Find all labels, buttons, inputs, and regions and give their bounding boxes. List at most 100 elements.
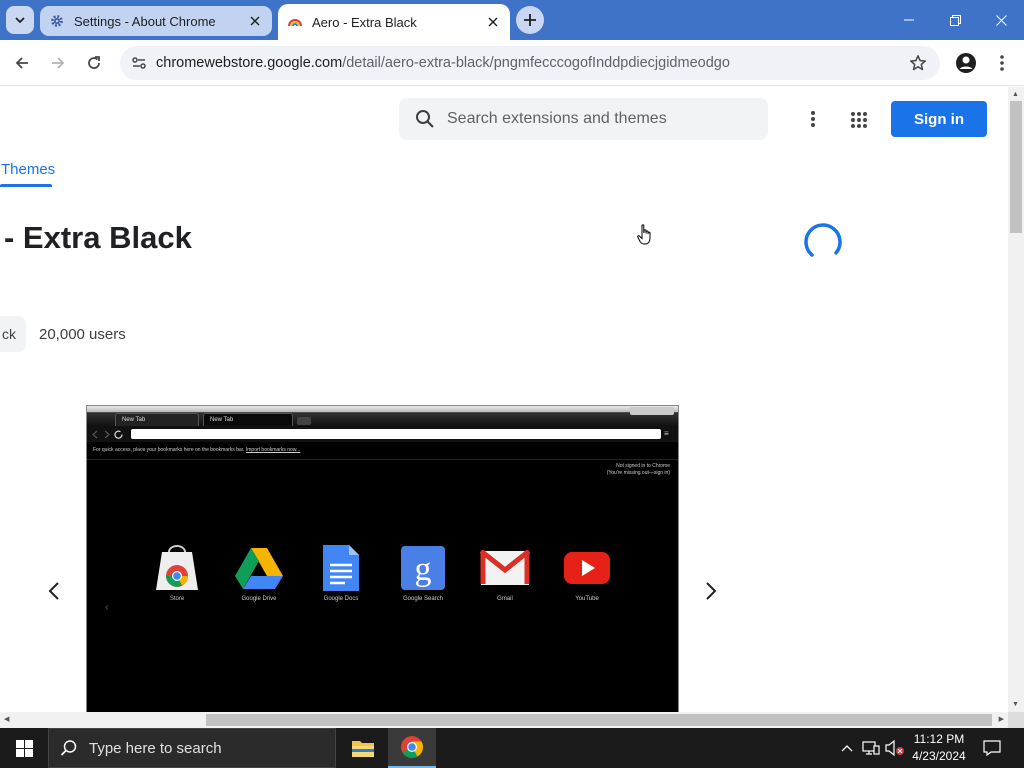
preview-omnibox: [131, 429, 661, 439]
chevron-left-icon: [48, 582, 59, 600]
youtube-icon: [561, 543, 613, 593]
preview-app-youtube: YouTube: [557, 543, 617, 602]
clock-date: 4/23/2024: [912, 749, 966, 763]
preview-app-label: Google Search: [402, 596, 444, 602]
tab-aero-extra-black[interactable]: Aero - Extra Black: [278, 4, 510, 40]
scroll-up-icon[interactable]: ▲: [1012, 91, 1019, 98]
close-icon: [995, 14, 1007, 26]
close-icon[interactable]: [246, 12, 264, 30]
back-button[interactable]: [8, 49, 36, 77]
vertical-scrollbar[interactable]: ▲ ▼: [1008, 87, 1024, 712]
preview-signed-line: (You're missing out—sign in): [606, 470, 670, 476]
taskbar-search-input[interactable]: Type here to search: [48, 728, 336, 768]
notification-icon: [983, 740, 1001, 756]
carousel-next-button[interactable]: [699, 579, 723, 603]
more-vert-icon: [811, 111, 815, 127]
close-icon[interactable]: [484, 13, 502, 31]
show-hidden-icons-button[interactable]: [838, 728, 856, 768]
address-bar[interactable]: chromewebstore.google.com/detail/aero-ex…: [120, 46, 940, 80]
horizontal-scroll-thumb[interactable]: [206, 714, 992, 726]
chevron-down-icon: [15, 17, 25, 24]
network-tray-button[interactable]: [860, 728, 882, 768]
chrome-menu-button[interactable]: [988, 49, 1016, 77]
url-path: /detail/aero-extra-black/pngmfecccogofIn…: [342, 55, 730, 71]
preview-tab: New Tab: [115, 413, 199, 426]
web-page: Search extensions and themes Sign in The…: [0, 87, 1008, 712]
volume-muted-icon: [885, 740, 904, 756]
minimize-button[interactable]: [886, 0, 932, 40]
category-chip[interactable]: ck: [0, 316, 26, 352]
windows-logo-icon: [15, 739, 33, 757]
site-info-icon[interactable]: [122, 55, 156, 71]
browser-toolbar: chromewebstore.google.com/detail/aero-ex…: [0, 40, 1024, 86]
preview-app-label: Google Drive: [241, 596, 277, 602]
bookmark-star-icon[interactable]: [908, 53, 928, 73]
carousel-prev-button[interactable]: [42, 579, 66, 603]
chrome-logo-icon: [401, 736, 423, 758]
preview-new-tab: [297, 417, 311, 425]
account-circle-icon: [956, 53, 976, 73]
svg-text:g: g: [415, 551, 432, 588]
google-search-icon: g: [397, 543, 449, 593]
forward-button[interactable]: [44, 49, 72, 77]
chevron-up-icon: [841, 745, 853, 752]
tab-settings-about-chrome[interactable]: Settings - About Chrome: [40, 6, 272, 36]
store-search-input[interactable]: Search extensions and themes: [399, 98, 768, 140]
preview-app-drive: Google Drive: [229, 543, 289, 602]
tab-search-button[interactable]: [6, 6, 34, 34]
close-window-button[interactable]: [978, 0, 1024, 40]
restore-icon: [949, 14, 961, 26]
profile-button[interactable]: [952, 49, 980, 77]
tab-title: Aero - Extra Black: [312, 14, 417, 30]
reload-icon: [88, 56, 100, 69]
sign-in-button[interactable]: Sign in: [891, 101, 987, 137]
hand-cursor-icon: [637, 224, 651, 245]
gear-icon: [49, 13, 65, 29]
apps-grid-icon: [851, 112, 867, 128]
plus-icon: [524, 14, 536, 26]
vertical-scroll-thumb[interactable]: [1010, 101, 1022, 233]
taskbar-clock[interactable]: 11:12 PM 4/23/2024: [908, 731, 970, 765]
taskbar-file-explorer[interactable]: [339, 728, 387, 768]
scroll-right-icon[interactable]: ▶: [999, 715, 1004, 723]
search-icon: [403, 109, 447, 129]
item-title: - Extra Black: [4, 220, 192, 255]
preview-menu-icon: ≡: [664, 429, 669, 438]
store-menu-button[interactable]: [802, 107, 824, 131]
chevron-right-icon: [706, 582, 717, 600]
preview-chevron-left-icon: ‹: [105, 602, 109, 613]
theme-screenshot: New Tab New Tab ≡ For quick access, plac…: [86, 405, 679, 712]
new-tab-button[interactable]: [516, 6, 544, 34]
active-tab-indicator: [0, 184, 52, 187]
reload-button[interactable]: [80, 49, 108, 77]
google-apps-button[interactable]: [847, 108, 871, 132]
folder-icon: [352, 741, 374, 757]
start-button[interactable]: [0, 728, 48, 768]
taskbar-chrome[interactable]: [388, 728, 436, 768]
taskbar-search-placeholder: Type here to search: [89, 739, 222, 757]
preview-app-gmail: Gmail: [475, 543, 535, 602]
notification-center-button[interactable]: [978, 728, 1006, 768]
user-count: 20,000 users: [39, 326, 126, 343]
url-host: chromewebstore.google.com: [156, 55, 343, 71]
volume-tray-button[interactable]: [884, 728, 906, 768]
loading-spinner-icon: [804, 223, 842, 261]
rainbow-theme-icon: [287, 14, 303, 30]
arrow-left-icon: [15, 57, 28, 69]
preview-app-label: Google Docs: [323, 596, 359, 602]
preview-bookmark-text: For quick access, place your bookmarks h…: [93, 447, 245, 453]
tab-strip: Settings - About Chrome Aero - Extra Bla…: [0, 0, 1024, 40]
search-icon: [49, 739, 89, 757]
scroll-left-icon[interactable]: ◀: [4, 715, 9, 723]
preview-app-label: YouTube: [575, 596, 599, 602]
google-drive-icon: [233, 543, 285, 593]
search-placeholder: Search extensions and themes: [447, 110, 667, 127]
network-icon: [862, 741, 880, 755]
preview-signin-note: Not signed in to Chrome (You're missing …: [607, 463, 670, 477]
scroll-down-icon[interactable]: ▼: [1012, 701, 1019, 708]
tab-themes[interactable]: Themes: [1, 161, 55, 178]
preview-bookmark-hint: For quick access, place your bookmarks h…: [93, 447, 300, 453]
horizontal-scrollbar[interactable]: ◀ ▶: [0, 712, 1008, 728]
restore-button[interactable]: [932, 0, 978, 40]
preview-app-store: Store: [147, 543, 207, 602]
